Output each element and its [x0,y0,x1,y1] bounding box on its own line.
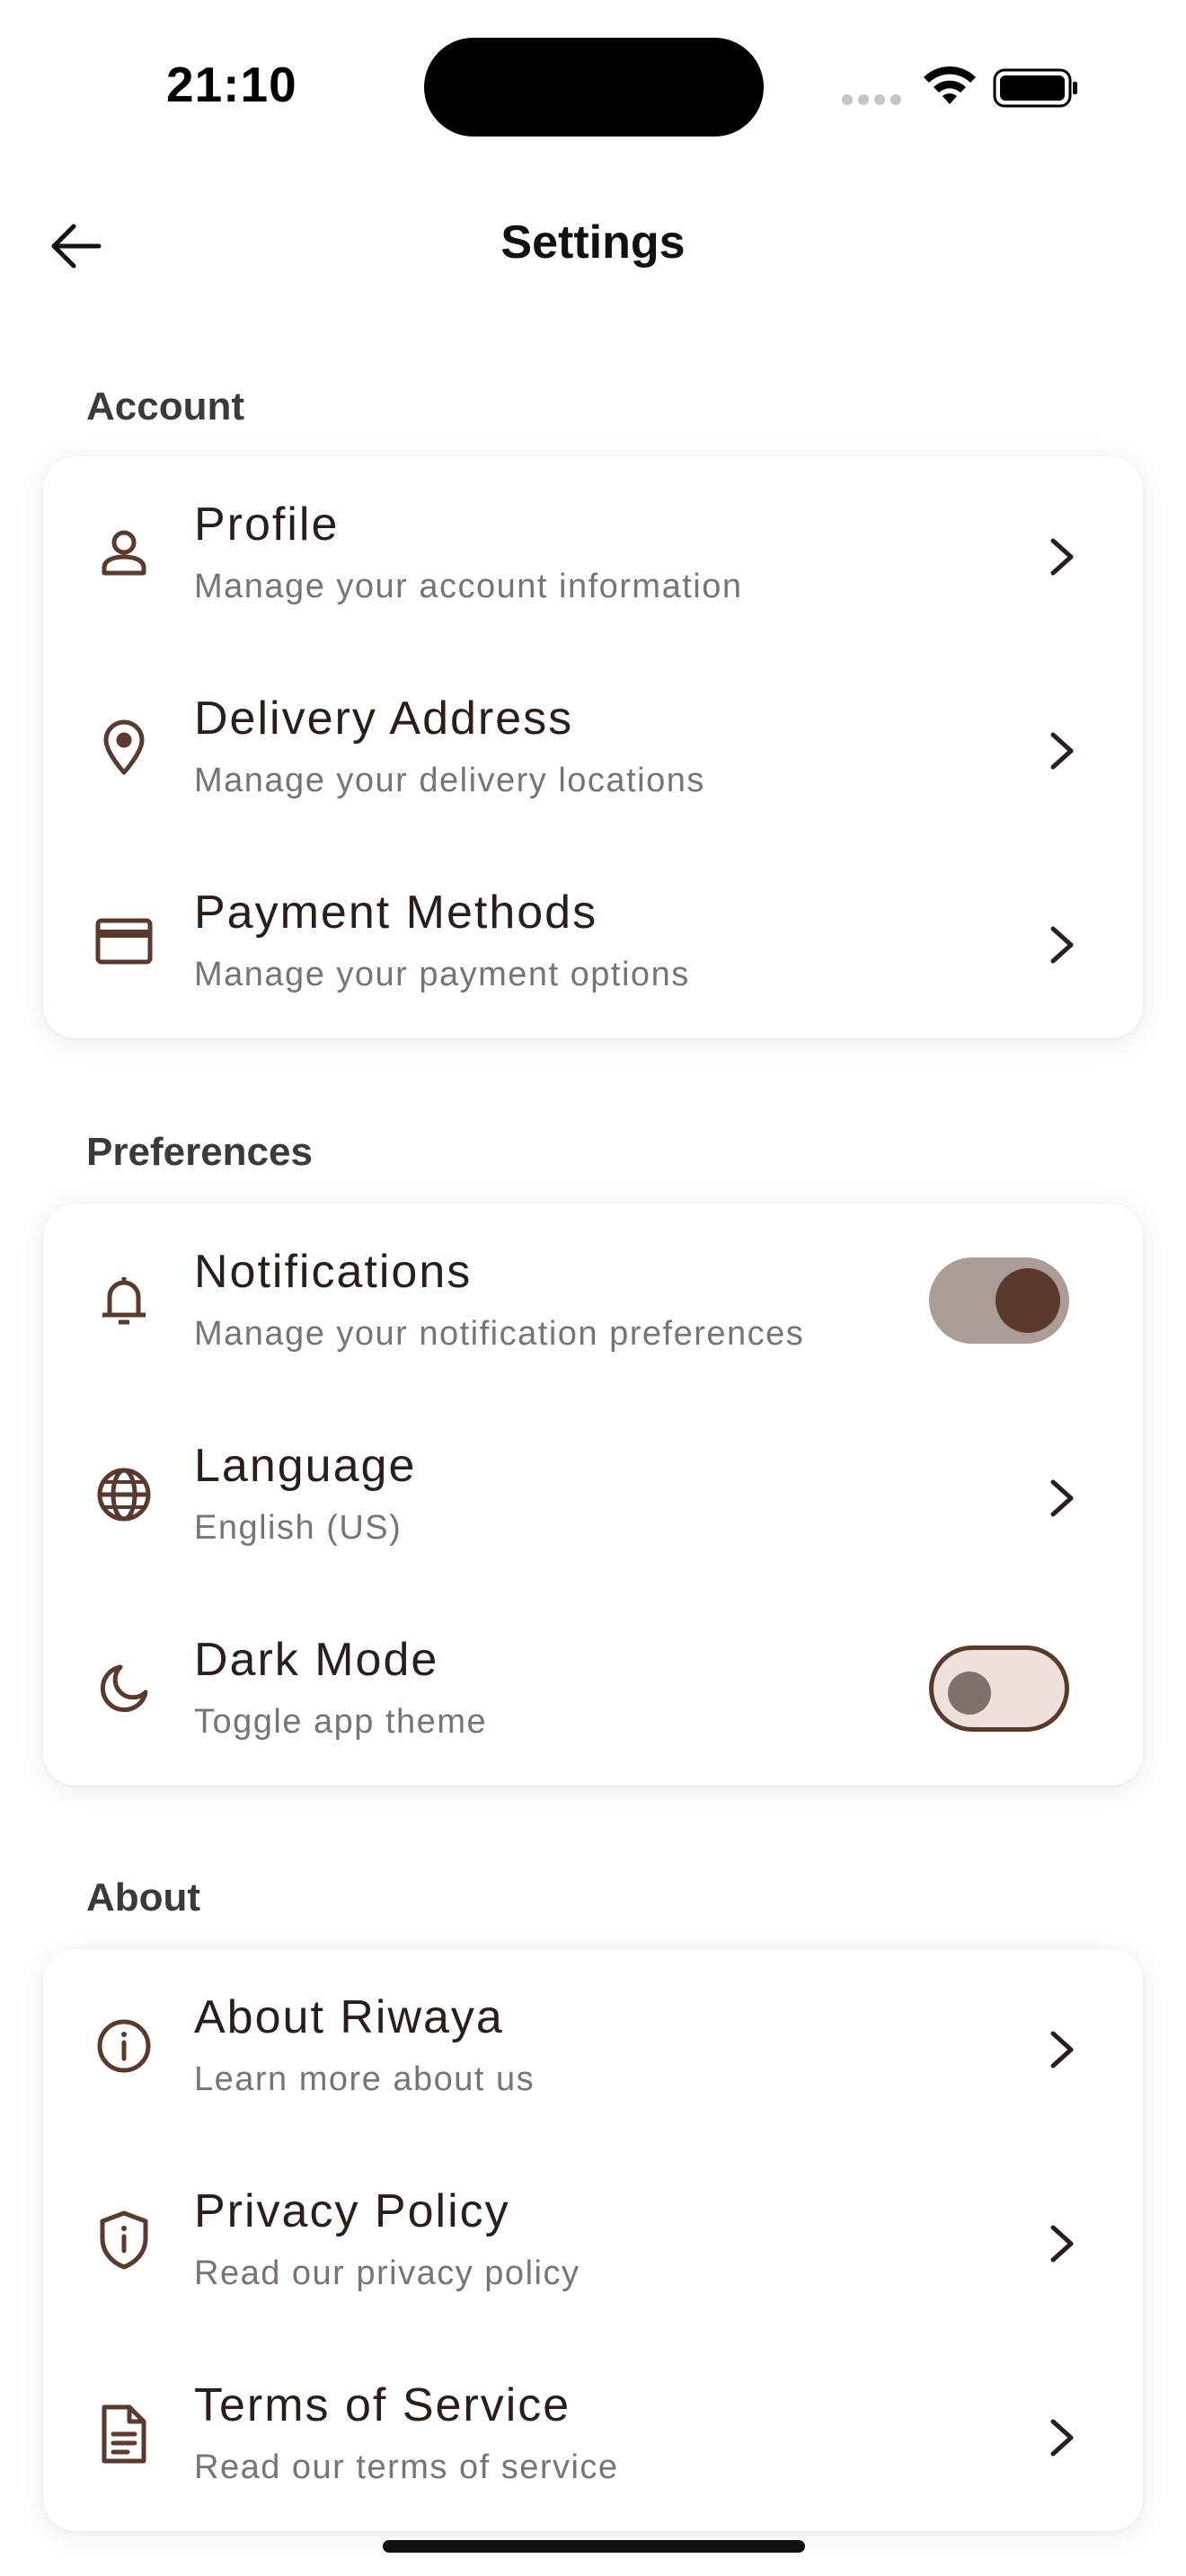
settings-item-dark-mode: Dark Mode Toggle app theme [43,1592,1143,1786]
chevron-right-icon [1050,2031,1074,2069]
document-icon [88,2398,160,2470]
credit-card-icon [88,905,160,977]
settings-item-about[interactable]: About Riwaya Learn more about us [43,1949,1143,2143]
settings-item-title: Payment Methods [194,887,598,939]
moon-icon [88,1653,160,1725]
wifi-icon [924,66,976,104]
home-indicator[interactable] [383,2540,805,2553]
settings-item-title: Dark Mode [194,1634,439,1686]
settings-item-title: Language [194,1440,417,1492]
dark-mode-toggle[interactable] [929,1645,1069,1732]
page-title: Settings [500,216,686,269]
settings-item-terms-of-service[interactable]: Terms of Service Read our terms of servi… [43,2337,1143,2531]
settings-item-privacy-policy[interactable]: Privacy Policy Read our privacy policy [43,2143,1143,2337]
toggle-knob [948,1672,991,1715]
toggle-knob [996,1268,1060,1333]
about-card: About Riwaya Learn more about us Privacy… [43,1949,1143,2531]
app-header: Settings [0,189,1186,296]
cellular-signal-icon [842,94,901,105]
settings-item-delivery-address[interactable]: Delivery Address Manage your delivery lo… [43,650,1143,844]
settings-item-payment-methods[interactable]: Payment Methods Manage your payment opti… [43,844,1143,1038]
chevron-right-icon [1050,538,1074,576]
settings-item-title: Terms of Service [194,2379,571,2431]
chevron-right-icon [1050,926,1074,964]
settings-item-subtitle: Manage your payment options [194,956,690,993]
settings-item-subtitle: Read our terms of service [194,2448,619,2486]
settings-item-title: Profile [194,498,340,551]
section-title-about: About [86,1875,201,1919]
chevron-right-icon [1050,1479,1074,1517]
person-icon [88,517,160,589]
settings-item-language[interactable]: Language English (US) [43,1398,1143,1592]
settings-item-subtitle: English (US) [194,1509,403,1547]
location-pin-icon [88,711,160,783]
settings-item-subtitle: Read our privacy policy [194,2254,580,2292]
settings-item-subtitle: Manage your notification preferences [194,1315,805,1353]
settings-item-subtitle: Learn more about us [194,2060,535,2098]
notifications-toggle[interactable] [929,1257,1069,1344]
chevron-right-icon [1050,2419,1074,2457]
settings-item-title: Delivery Address [194,693,574,745]
section-title-preferences: Preferences [86,1130,313,1174]
settings-item-subtitle: Toggle app theme [194,1703,488,1741]
bell-icon [88,1265,160,1337]
settings-item-title: Privacy Policy [194,2185,510,2237]
chevron-right-icon [1050,732,1074,770]
status-bar: 21:10 [0,0,1186,171]
status-time: 21:10 [166,57,297,112]
settings-item-notifications: Notifications Manage your notification p… [43,1204,1143,1398]
info-icon [88,2010,160,2082]
preferences-card: Notifications Manage your notification p… [43,1204,1143,1786]
settings-item-title: Notifications [194,1246,473,1298]
dynamic-island [424,38,764,137]
settings-item-subtitle: Manage your account information [194,568,743,605]
settings-item-profile[interactable]: Profile Manage your account information [43,456,1143,650]
settings-item-title: About Riwaya [194,1991,504,2043]
battery-icon [993,68,1077,108]
shield-icon [88,2204,160,2276]
globe-icon [88,1459,160,1531]
settings-item-subtitle: Manage your delivery locations [194,762,705,799]
chevron-right-icon [1050,2225,1074,2263]
account-card: Profile Manage your account information … [43,456,1143,1038]
section-title-account: Account [86,384,244,428]
